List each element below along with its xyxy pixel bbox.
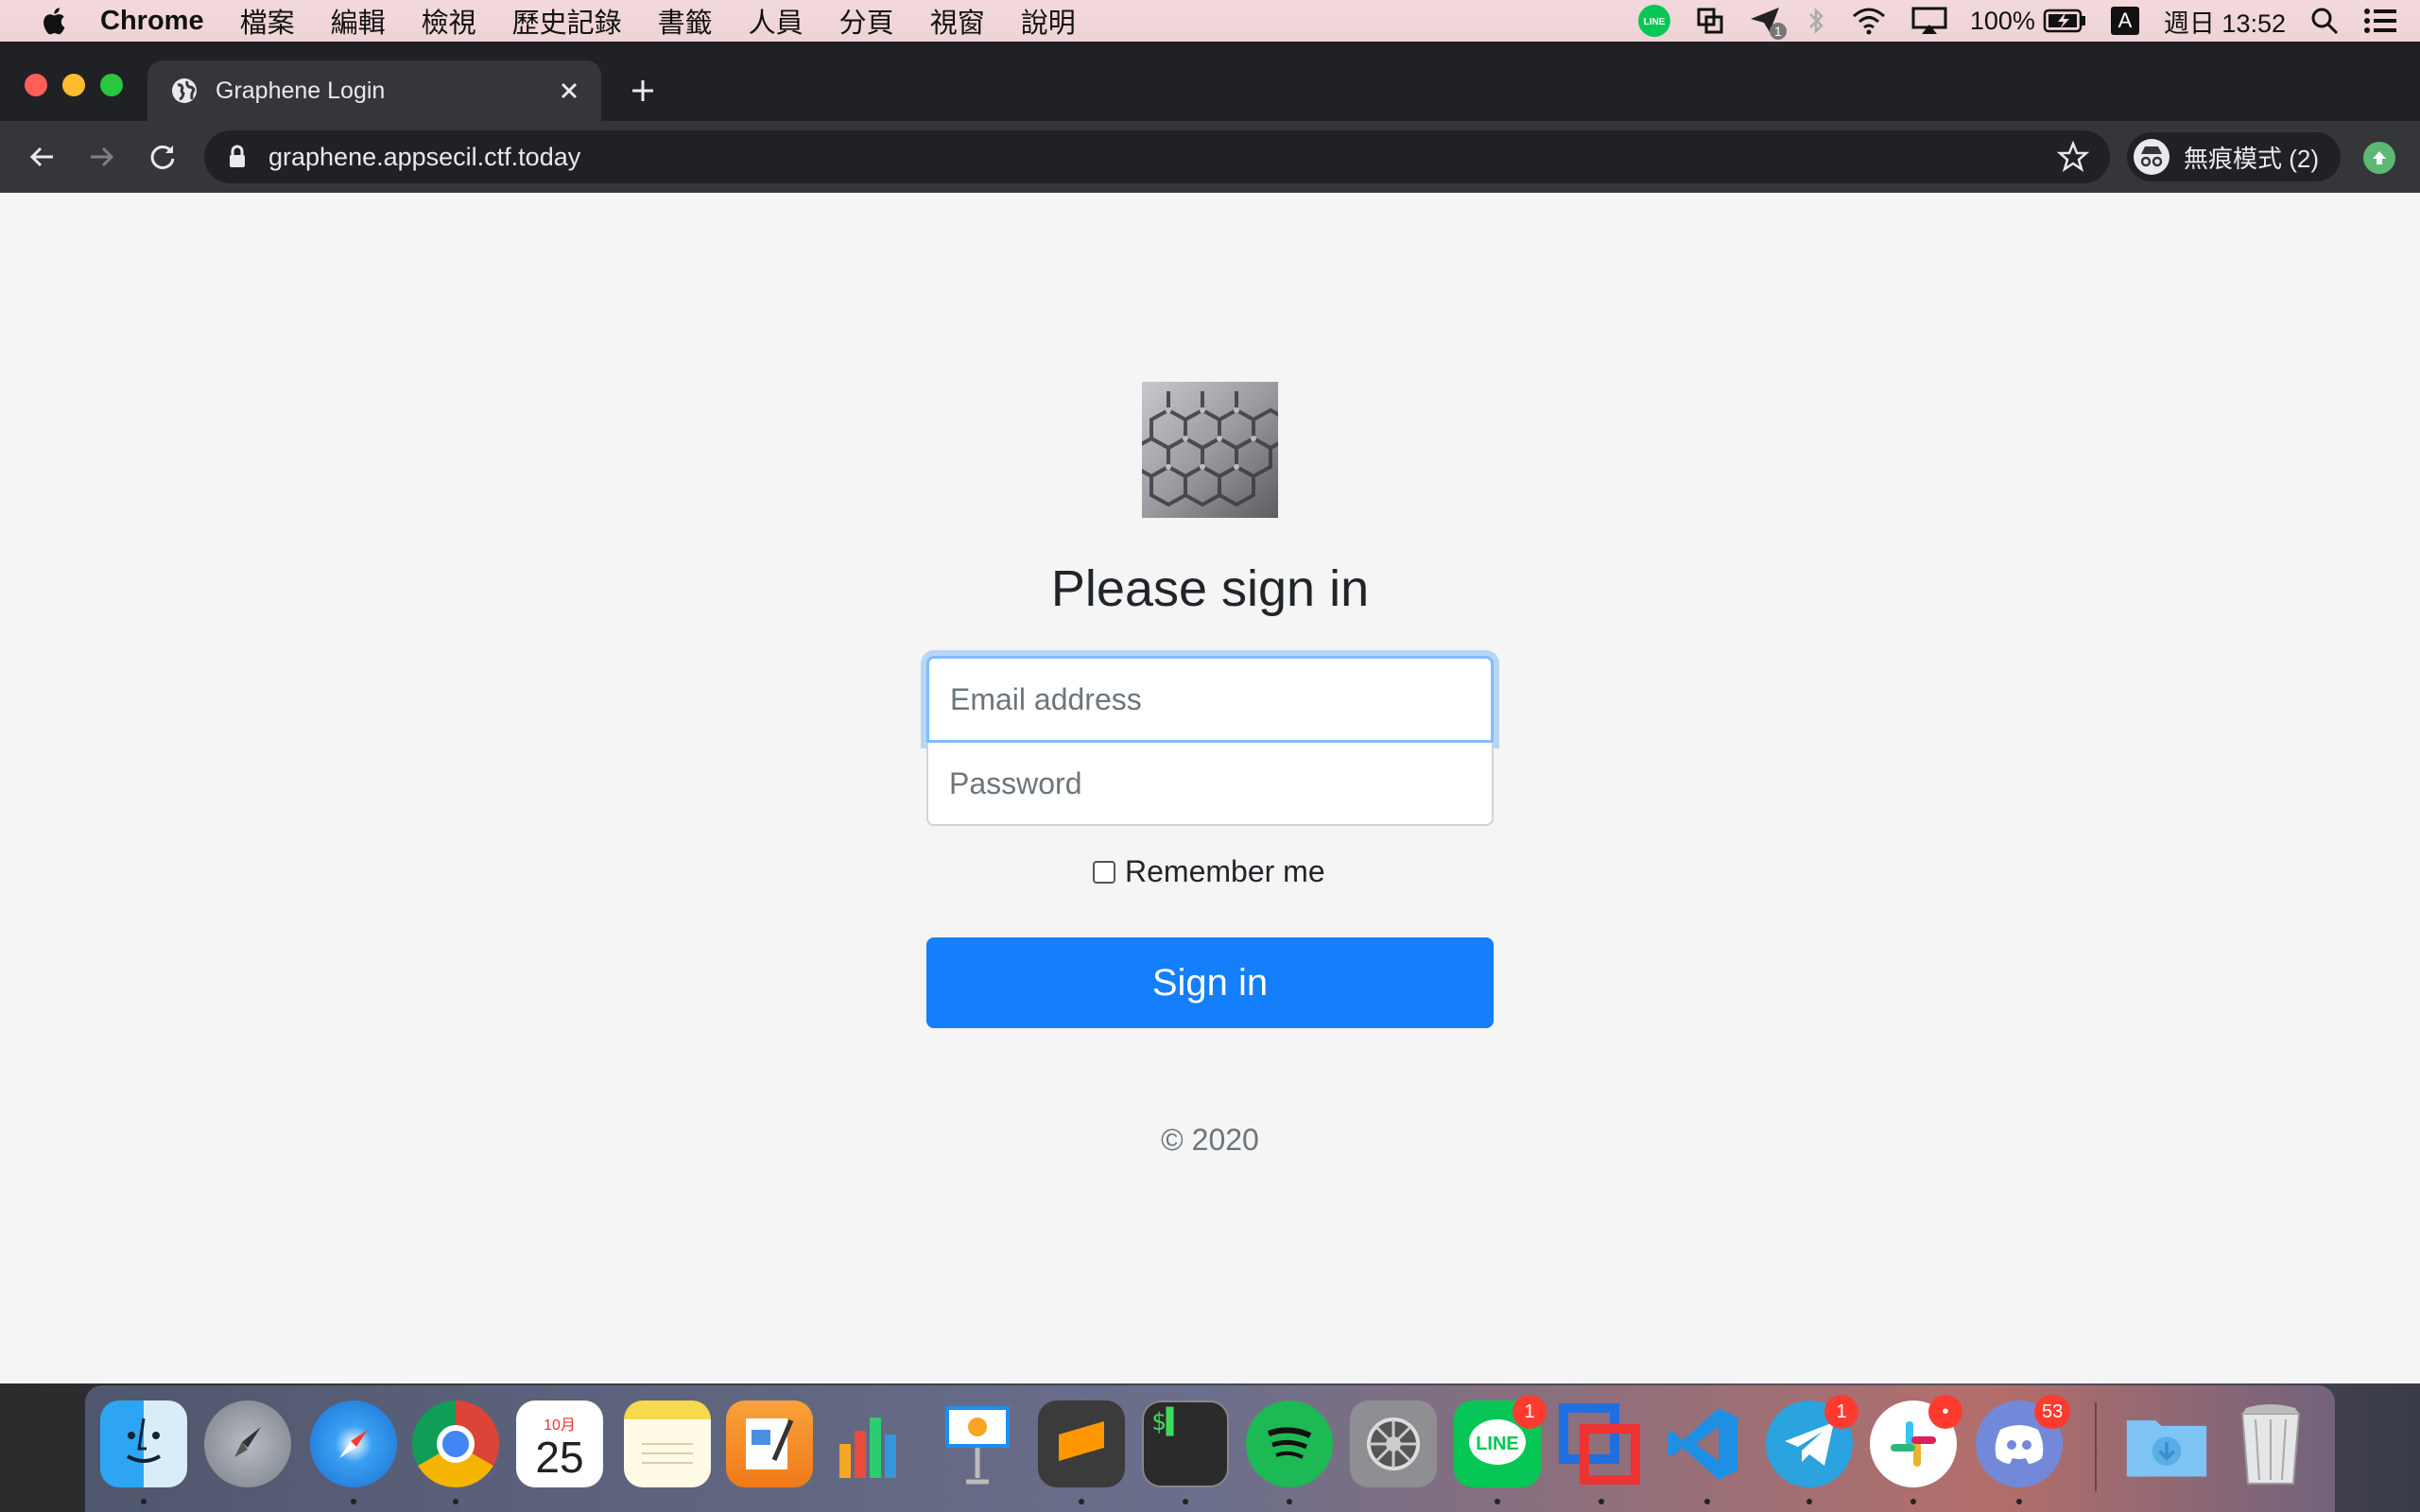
svg-text:LINE: LINE [1643, 17, 1665, 27]
menu-bar: Chrome 檔案 編輯 檢視 歷史記錄 書籤 人員 分頁 視窗 說明 LINE… [0, 0, 2420, 42]
bluetooth-icon[interactable] [1807, 0, 1826, 42]
menu-edit[interactable]: 編輯 [331, 1, 386, 41]
numbers-icon[interactable] [830, 1400, 917, 1487]
pages-icon[interactable] [726, 1400, 813, 1487]
clock[interactable]: 週日 13:52 [2164, 0, 2286, 42]
running-indicator [453, 1499, 458, 1504]
tab-title: Graphene Login [216, 77, 386, 104]
spotify-icon[interactable] [1246, 1400, 1333, 1487]
downloads-folder-icon[interactable] [2123, 1400, 2210, 1487]
running-indicator [351, 1499, 356, 1504]
new-tab-plus-icon[interactable] [624, 72, 662, 110]
discord-badge: 53 [2034, 1395, 2071, 1429]
menu-tab[interactable]: 分頁 [839, 1, 894, 41]
menu-window[interactable]: 視窗 [930, 1, 985, 41]
lock-icon[interactable] [227, 145, 248, 169]
terminal-icon[interactable]: $▌ [1142, 1400, 1229, 1487]
status-area: LINE 1 100% A 週日 13:52 [1613, 0, 2420, 42]
reload-icon[interactable] [144, 138, 182, 176]
page-title: Please sign in [1050, 560, 1370, 617]
running-indicator [141, 1499, 147, 1504]
input-source-icon[interactable]: A [2110, 0, 2139, 42]
notification-center-icon[interactable] [2363, 0, 2397, 42]
tab-close-icon[interactable] [550, 72, 588, 110]
airplay-icon[interactable] [1911, 0, 1947, 42]
vmware-fusion-icon[interactable] [1556, 1400, 1643, 1487]
chrome-icon[interactable] [412, 1400, 499, 1487]
trash-icon[interactable] [2227, 1400, 2314, 1487]
launchpad-icon[interactable] [204, 1400, 291, 1487]
running-indicator [1806, 1499, 1812, 1504]
system-preferences-icon[interactable] [1350, 1400, 1437, 1487]
spotlight-search-icon[interactable] [2310, 0, 2339, 42]
globe-icon [170, 77, 199, 105]
keynote-icon[interactable] [934, 1400, 1021, 1487]
safari-icon[interactable] [310, 1400, 397, 1487]
battery-icon[interactable] [2043, 0, 2086, 42]
remember-me-checkbox[interactable]: Remember me [1093, 854, 1325, 889]
window-zoom-button[interactable] [100, 74, 123, 96]
address-bar[interactable]: graphene.appsecil.ctf.today [204, 130, 2110, 183]
url-text[interactable]: graphene.appsecil.ctf.today [268, 143, 2057, 172]
password-field[interactable] [926, 743, 1494, 826]
sign-in-button[interactable]: Sign in [926, 937, 1494, 1028]
menu-bookmarks[interactable]: 書籤 [658, 1, 713, 41]
screen-share-icon[interactable] [1696, 0, 1724, 42]
menu-help[interactable]: 說明 [1021, 1, 1076, 41]
calendar-month: 10月 [544, 1418, 576, 1434]
running-indicator [1910, 1499, 1916, 1504]
graphene-logo [1142, 382, 1278, 518]
menu-people[interactable]: 人員 [749, 1, 804, 41]
running-indicator [1079, 1499, 1084, 1504]
checkbox-box[interactable] [1093, 860, 1115, 884]
airdrop-badge: 1 [1769, 23, 1787, 40]
tab-graphene-login[interactable]: Graphene Login [147, 60, 601, 121]
calendar-day: 25 [535, 1433, 584, 1482]
incognito-icon [2133, 138, 2170, 176]
copyright-text: © 2020 [1161, 1123, 1259, 1157]
menu-history[interactable]: 歷史記錄 [512, 1, 622, 41]
battery-percent: 100% [1969, 6, 2035, 35]
window-close-button[interactable] [25, 74, 47, 96]
email-field[interactable] [926, 656, 1494, 743]
line-badge: 1 [1512, 1395, 1547, 1429]
apple-icon[interactable] [40, 5, 66, 37]
running-indicator [1704, 1499, 1710, 1504]
notes-icon[interactable] [624, 1400, 711, 1487]
terminal-prompt-icon: $▌ [1151, 1408, 1182, 1436]
running-indicator [1495, 1499, 1500, 1504]
dock-separator [2095, 1402, 2097, 1491]
window-minimize-button[interactable] [62, 74, 85, 96]
running-indicator [2016, 1499, 2022, 1504]
airdrop-icon[interactable]: 1 [1749, 0, 1787, 42]
incognito-label: 無痕模式 (2) [2184, 144, 2320, 173]
menu-file[interactable]: 檔案 [240, 1, 295, 41]
wifi-icon[interactable] [1851, 0, 1887, 42]
calendar-icon[interactable]: 10月 25 [516, 1400, 603, 1487]
bookmark-star-icon[interactable] [2057, 141, 2089, 173]
back-arrow-icon[interactable] [23, 138, 60, 176]
input-source-letter: A [2110, 7, 2139, 35]
vscode-icon[interactable] [1660, 1400, 1747, 1487]
telegram-badge: 1 [1824, 1395, 1858, 1429]
remember-me-label: Remember me [1125, 854, 1325, 888]
line-status-icon[interactable]: LINE [1637, 0, 1671, 42]
slack-badge: • [1928, 1395, 1962, 1429]
running-indicator [1287, 1499, 1292, 1504]
running-indicator [1599, 1499, 1604, 1504]
menu-view[interactable]: 檢視 [422, 1, 476, 41]
svg-text:LINE: LINE [1476, 1434, 1519, 1454]
running-indicator [1183, 1499, 1188, 1504]
forward-arrow-icon[interactable] [83, 138, 121, 176]
finder-icon[interactable] [100, 1400, 187, 1487]
web-page: Please sign in Remember me Sign in © 202… [0, 193, 2420, 1383]
incognito-profile-button[interactable]: 無痕模式 (2) [2127, 132, 2341, 181]
update-available-icon[interactable] [2363, 142, 2395, 174]
menu-app-name[interactable]: Chrome [100, 6, 204, 37]
sublime-text-icon[interactable] [1038, 1400, 1125, 1487]
